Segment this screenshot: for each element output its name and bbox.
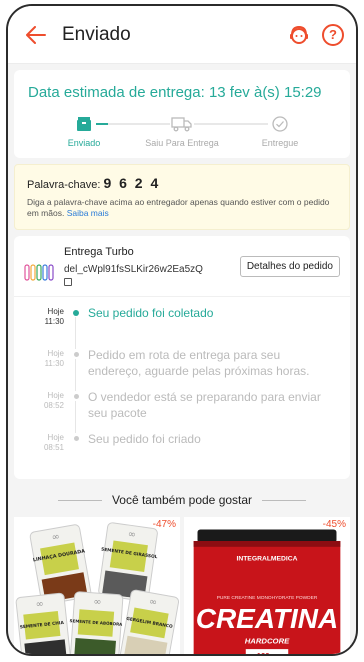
step-out-for-delivery: Saiu Para Entrega	[142, 115, 222, 148]
copy-icon[interactable]	[64, 278, 72, 287]
timeline-event: Hoje 08:51 Seu pedido foi criado	[24, 431, 340, 465]
product-card-creatine[interactable]: -45% INTEGRALMEDICA PURE CREATINE MONOHY…	[184, 517, 350, 656]
top-bar: Enviado ?	[8, 6, 356, 64]
svg-text:INTEGRALMEDICA: INTEGRALMEDICA	[236, 555, 297, 562]
tracking-code: del_cWpl91fsSLKir26w2Ea5zQ	[64, 264, 203, 276]
event-text: Seu pedido foi criado	[88, 432, 201, 447]
timeline-event: Hoje 08:52 O vendedor está se preparando …	[24, 389, 340, 434]
svg-text:HARDCORE: HARDCORE	[245, 636, 290, 645]
tracking-timeline: Hoje 11:30 Seu pedido foi coletado Hoje 11…	[14, 296, 350, 479]
product-card-seeds[interactable]: -47% ∞ LINHAÇA DOURADA ∞ SEMENTE DE GIRA…	[14, 517, 180, 654]
estimated-delivery-date: Data estimada de entrega: 13 fev à(s) 15…	[28, 84, 322, 101]
arrow-left-icon	[26, 25, 46, 44]
timeline-dot	[73, 352, 79, 358]
keyword-label: Palavra-chave:	[27, 179, 101, 191]
step-label: Entregue	[261, 138, 299, 148]
shipment-header: Entrega Turbo del_cWpl91fsSLKir26w2Ea5zQ…	[14, 236, 350, 296]
support-button[interactable]	[288, 24, 310, 46]
event-time: Hoje 11:30	[44, 307, 64, 327]
timeline-dot	[73, 436, 79, 442]
order-details-button[interactable]: Detalhes do pedido	[239, 256, 340, 278]
keyword-notice: Palavra-chave: 9 6 2 4 Diga a palavra-ch…	[14, 164, 350, 231]
recommendations-header: Você também pode gostar	[8, 493, 356, 507]
delivery-status-card: Data estimada de entrega: 13 fev à(s) 15…	[14, 70, 350, 158]
event-text: Seu pedido foi coletado	[88, 306, 214, 321]
question-icon: ?	[329, 27, 337, 42]
discount-badge: -45%	[322, 519, 346, 531]
carrier-name: Entrega Turbo	[64, 246, 134, 259]
keyword-instructions: Diga a palavra-chave acima ao entregador…	[27, 197, 337, 219]
event-text: Pedido em rota de entrega para seu ender…	[88, 348, 310, 379]
keyword-code: 9 6 2 4	[103, 175, 161, 191]
page-title: Enviado	[62, 23, 131, 45]
shipment-card: Entrega Turbo del_cWpl91fsSLKir26w2Ea5zQ…	[14, 236, 350, 480]
truck-icon	[171, 117, 192, 132]
svg-text:CREATINA: CREATINA	[196, 603, 338, 634]
event-time: Hoje 08:52	[43, 391, 64, 411]
timeline-event: Hoje 11:30 Seu pedido foi coletado	[24, 305, 340, 350]
event-text: O vendedor está se preparando para envia…	[88, 390, 321, 421]
keyword-row: Palavra-chave: 9 6 2 4	[27, 175, 337, 191]
recommendations-title: Você também pode gostar	[111, 493, 253, 508]
headset-icon	[290, 25, 308, 44]
svg-text:100: 100	[257, 651, 270, 656]
product-image-seed-bags: ∞ LINHAÇA DOURADA ∞ SEMENTE DE GIRASSOL …	[14, 519, 180, 654]
timeline-dot	[73, 310, 79, 317]
step-label: Saiu Para Entrega	[145, 138, 219, 148]
product-image-creatine-tub: INTEGRALMEDICA PURE CREATINE MONOHYDRATE…	[184, 519, 350, 656]
check-circle-icon	[272, 116, 288, 132]
event-time: Hoje 08:51	[43, 433, 64, 453]
help-button[interactable]: ?	[322, 23, 344, 46]
product-grid: -47% ∞ LINHAÇA DOURADA ∞ SEMENTE DE GIRA…	[14, 517, 350, 656]
step-delivered: Entregue	[240, 115, 320, 148]
carrier-logo-icon	[24, 264, 54, 281]
timeline-dot	[73, 394, 79, 400]
svg-text:∞: ∞	[127, 529, 136, 541]
step-shipped: Enviado	[44, 115, 124, 148]
learn-more-link[interactable]: Saiba mais	[67, 208, 109, 218]
back-button[interactable]	[26, 22, 62, 48]
timeline-event: Hoje 11:30 Pedido em rota de entrega para…	[24, 347, 340, 392]
event-time: Hoje 11:30	[44, 349, 64, 369]
svg-text:PURE CREATINE MONOHYDRATE POWD: PURE CREATINE MONOHYDRATE POWDER	[217, 595, 318, 601]
phone-frame: Enviado ? Data estimada de entrega: 13 f…	[6, 4, 358, 656]
svg-text:∞: ∞	[35, 599, 44, 611]
delivery-progress: Enviado Saiu Para Entrega Entregue	[28, 115, 336, 148]
svg-text:g: g	[277, 654, 280, 656]
svg-text:∞: ∞	[93, 597, 102, 609]
discount-badge: -47%	[152, 519, 176, 531]
step-label: Enviado	[67, 138, 101, 148]
box-icon	[77, 117, 91, 131]
